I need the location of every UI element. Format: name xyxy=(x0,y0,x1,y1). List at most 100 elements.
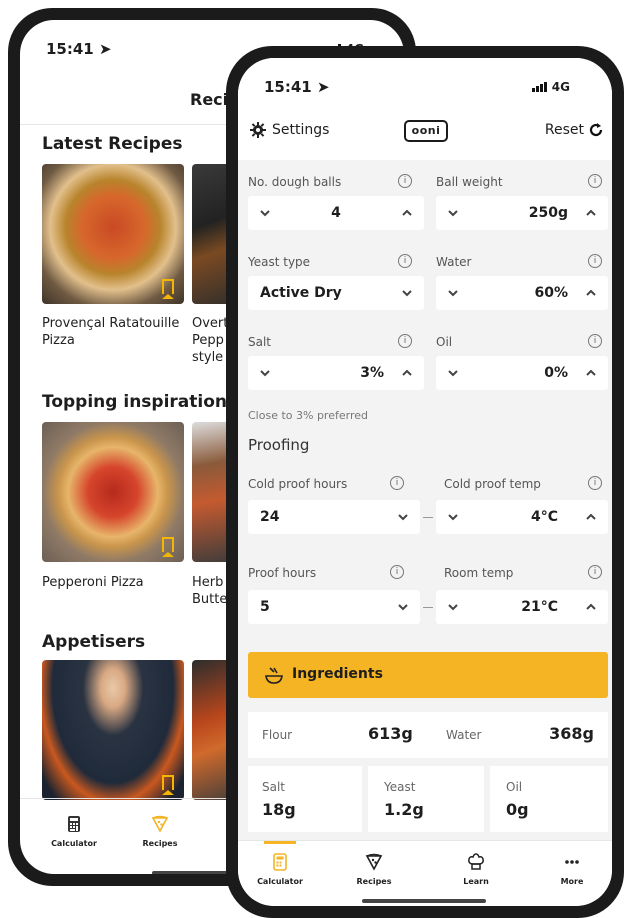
tab-label-calculator: Calculator xyxy=(51,839,97,848)
value-dough-balls: 4 xyxy=(331,205,341,221)
recipe-image-appetiser[interactable] xyxy=(42,660,184,800)
info-icon[interactable]: i xyxy=(390,565,404,579)
value-ball-weight: 250g xyxy=(528,205,568,221)
reset-button[interactable]: Reset xyxy=(545,122,604,138)
tab-more[interactable]: More xyxy=(542,853,602,886)
chevron-up-icon[interactable] xyxy=(584,286,598,300)
info-icon[interactable]: i xyxy=(588,254,602,268)
info-icon[interactable]: i xyxy=(398,254,412,268)
stepper-ball-weight[interactable]: 250g xyxy=(436,196,608,230)
stepper-oil[interactable]: 0% xyxy=(436,356,608,390)
bookmark-icon[interactable] xyxy=(162,537,174,557)
info-icon[interactable]: i xyxy=(588,334,602,348)
label-ingredient-salt: Salt xyxy=(262,780,286,794)
label-salt: Salt xyxy=(248,335,272,349)
proofing-title: Proofing xyxy=(248,436,310,454)
info-icon[interactable]: i xyxy=(398,174,412,188)
value-ingredient-water: 368g xyxy=(549,724,594,743)
chevron-down-icon[interactable] xyxy=(396,600,410,614)
value-proof-hours: 5 xyxy=(260,599,270,615)
calculator-icon xyxy=(273,853,287,871)
ingredient-cell-yeast: Yeast 1.2g xyxy=(368,766,484,832)
settings-button[interactable]: Settings xyxy=(250,122,329,138)
chevron-down-icon[interactable] xyxy=(446,600,460,614)
stepper-water[interactable]: 60% xyxy=(436,276,608,310)
info-icon[interactable]: i xyxy=(588,565,602,579)
label-dough-balls: No. dough balls xyxy=(248,175,342,189)
tab-calculator[interactable]: Calculator xyxy=(44,815,104,848)
recipe-image-ratatouille[interactable] xyxy=(42,164,184,304)
chevron-down-icon[interactable] xyxy=(446,206,460,220)
recipe-title-ratatouille[interactable]: Provençal Ratatouille Pizza xyxy=(42,315,182,349)
ooni-logo: ooni xyxy=(404,120,448,142)
ingredients-header[interactable]: Ingredients xyxy=(248,652,608,698)
stepper-dough-balls[interactable]: 4 xyxy=(248,196,424,230)
tab-learn[interactable]: Learn xyxy=(446,853,506,886)
info-icon[interactable]: i xyxy=(398,334,412,348)
home-indicator xyxy=(362,899,486,903)
front-phone: 15:41 ➤ 4G Settings ooni Reset No. dough… xyxy=(226,46,624,918)
tab-calculator[interactable]: Calculator xyxy=(250,853,310,886)
value-water: 60% xyxy=(534,285,568,301)
tab-label-more: More xyxy=(560,877,584,886)
select-yeast-type[interactable]: Active Dry xyxy=(248,276,424,310)
recipe-image-pepperoni[interactable] xyxy=(42,422,184,562)
pizza-slice-icon xyxy=(365,853,383,871)
value-salt: 3% xyxy=(360,365,384,381)
signal-icon xyxy=(531,81,548,95)
mixing-bowl-icon xyxy=(265,667,283,684)
value-ingredient-salt: 18g xyxy=(262,800,296,819)
status-time: 15:41 ➤ xyxy=(264,78,330,96)
chevron-up-icon[interactable] xyxy=(584,510,598,524)
chevron-up-icon[interactable] xyxy=(584,206,598,220)
recipe-title-pepperoni[interactable]: Pepperoni Pizza xyxy=(42,574,182,591)
refresh-icon xyxy=(589,123,603,137)
ingredients-title: Ingredients xyxy=(292,666,383,682)
stepper-salt[interactable]: 3% xyxy=(248,356,424,390)
info-icon[interactable]: i xyxy=(390,476,404,490)
tab-label-recipes: Recipes xyxy=(142,839,178,848)
stepper-cold-proof-temp[interactable]: 4°C xyxy=(436,500,608,534)
info-icon[interactable]: i xyxy=(588,174,602,188)
tab-recipes[interactable]: Recipes xyxy=(130,815,190,848)
info-icon[interactable]: i xyxy=(588,476,602,490)
chevron-down-icon[interactable] xyxy=(400,286,414,300)
label-water: Water xyxy=(436,255,472,269)
value-ingredient-oil: 0g xyxy=(506,800,529,819)
select-cold-proof-hours[interactable]: 24 xyxy=(248,500,420,534)
label-ingredient-water: Water xyxy=(446,728,482,742)
chevron-down-icon[interactable] xyxy=(396,510,410,524)
calculator-topbar: Settings ooni Reset xyxy=(238,114,612,160)
chevron-down-icon[interactable] xyxy=(446,510,460,524)
select-proof-hours[interactable]: 5 xyxy=(248,590,420,624)
tab-label-calculator: Calculator xyxy=(257,877,303,886)
status-network: 4G xyxy=(531,80,570,95)
label-yeast-type: Yeast type xyxy=(248,255,311,269)
stepper-room-temp[interactable]: 21°C xyxy=(436,590,608,624)
ingredients-row-main: Flour 613g Water 368g xyxy=(248,712,608,758)
pizza-slice-icon xyxy=(151,815,169,833)
section-title-topping: Topping inspiration xyxy=(42,392,228,412)
chevron-up-icon[interactable] xyxy=(400,366,414,380)
label-cold-proof-temp: Cold proof temp xyxy=(444,477,541,491)
label-ball-weight: Ball weight xyxy=(436,175,503,189)
label-cold-proof-hours: Cold proof hours xyxy=(248,477,348,491)
chevron-up-icon[interactable] xyxy=(584,600,598,614)
chevron-up-icon[interactable] xyxy=(584,366,598,380)
range-dash xyxy=(423,607,433,608)
label-proof-hours: Proof hours xyxy=(248,566,317,580)
status-time: 15:41 ➤ xyxy=(46,40,112,58)
chevron-down-icon[interactable] xyxy=(446,286,460,300)
calculator-icon xyxy=(68,816,80,832)
chevron-up-icon[interactable] xyxy=(400,206,414,220)
ingredient-cell-oil: Oil 0g xyxy=(490,766,608,832)
tab-recipes[interactable]: Recipes xyxy=(344,853,404,886)
value-flour: 613g xyxy=(368,724,413,743)
value-oil: 0% xyxy=(544,365,568,381)
value-cold-proof-hours: 24 xyxy=(260,509,280,525)
chevron-down-icon[interactable] xyxy=(446,366,460,380)
salt-hint: Close to 3% preferred xyxy=(248,409,368,422)
bookmark-icon[interactable] xyxy=(162,775,174,795)
bookmark-icon[interactable] xyxy=(162,279,174,299)
ingredient-cell-salt: Salt 18g xyxy=(248,766,362,832)
